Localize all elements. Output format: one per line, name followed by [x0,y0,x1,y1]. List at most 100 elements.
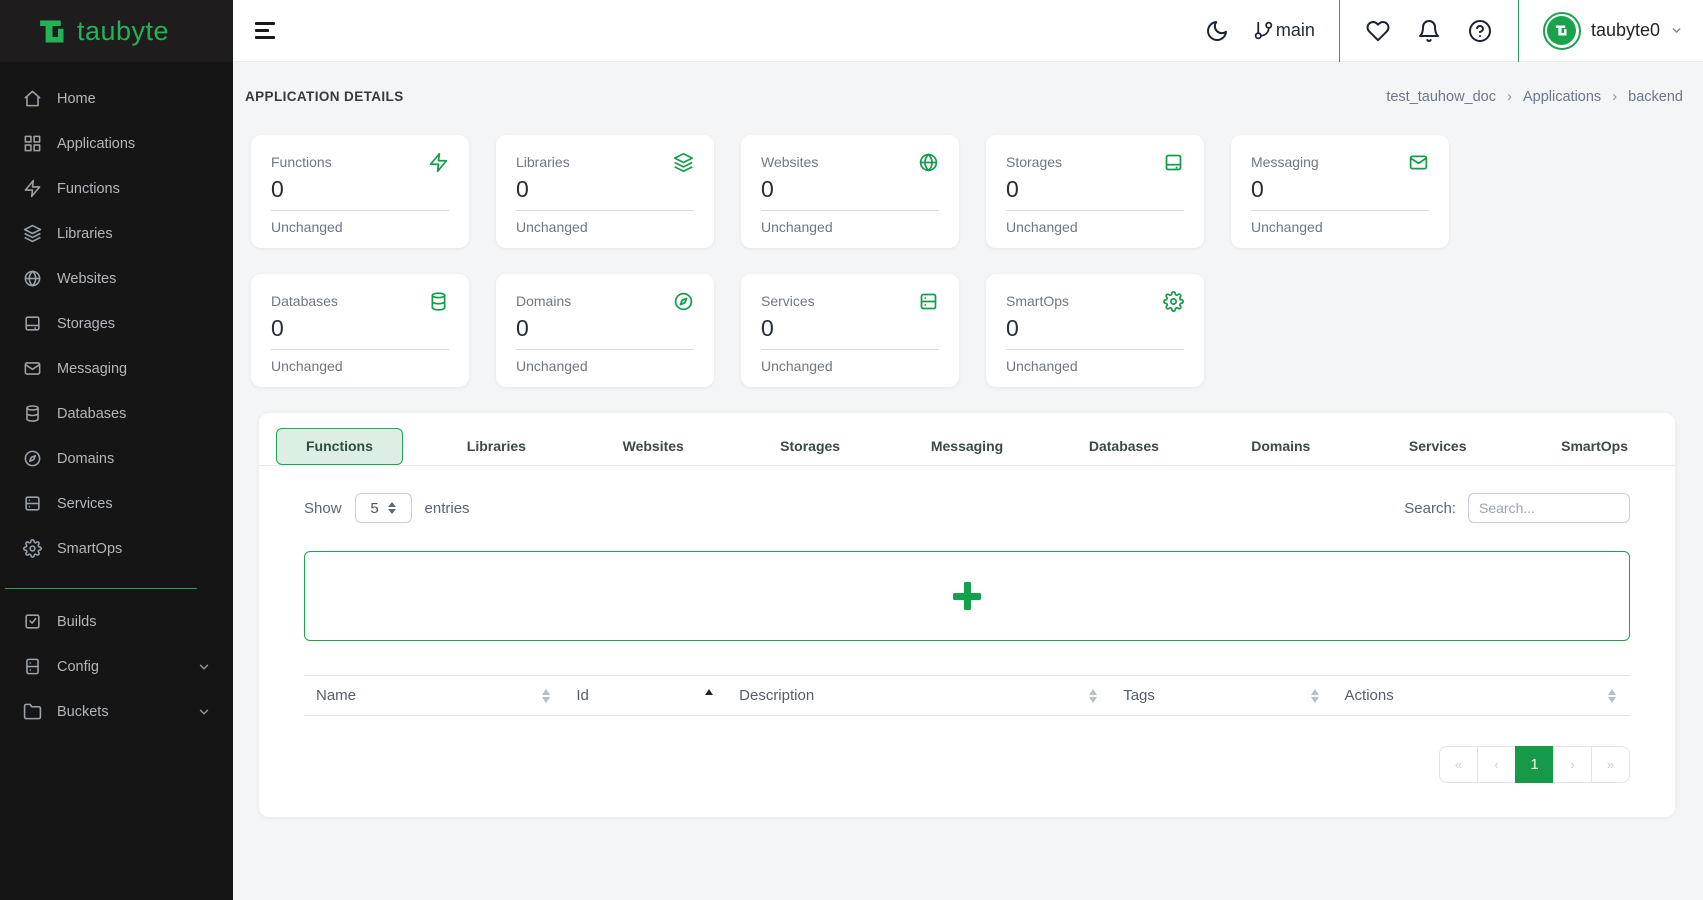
sidebar-item-domains[interactable]: Domains [0,436,233,481]
page-size-select[interactable]: 5 [355,493,412,523]
branch-selector[interactable]: main [1253,20,1315,41]
sidebar-item-applications[interactable]: Applications [0,121,233,166]
header-divider [1518,0,1519,62]
database-icon [23,404,42,423]
stat-card-libraries: Libraries0Unchanged [496,135,714,248]
breadcrumb-separator: › [1612,88,1617,105]
sidebar-item-home[interactable]: Home [0,76,233,121]
sidebar-item-label: Config [57,659,182,675]
tab-label: Websites [590,428,717,465]
tab-label: Storages [747,428,874,465]
tab-smartops[interactable]: SmartOps [1516,428,1673,465]
sidebar-divider [5,588,197,589]
tab-label: Databases [1060,428,1187,465]
sort-icon [1608,689,1616,703]
tab-databases[interactable]: Databases [1045,428,1202,465]
dark-mode-icon[interactable] [1205,19,1229,43]
sidebar-item-builds[interactable]: Builds [0,599,233,644]
tab-libraries[interactable]: Libraries [418,428,575,465]
column-header-description[interactable]: Description [739,687,1123,704]
sort-icon [1311,689,1319,703]
tab-messaging[interactable]: Messaging [889,428,1046,465]
sidebar-item-smartops[interactable]: SmartOps [0,526,233,571]
tab-label: Messaging [904,428,1031,465]
tab-label: Libraries [433,428,560,465]
sidebar-item-functions[interactable]: Functions [0,166,233,211]
column-header-name[interactable]: Name [316,687,576,704]
tab-functions[interactable]: Functions [261,428,418,465]
user-menu[interactable]: taubyte0 [1523,12,1683,50]
sidebar-item-websites[interactable]: Websites [0,256,233,301]
column-header-tags[interactable]: Tags [1123,687,1344,704]
sort-icon [705,689,713,703]
content-area: APPLICATION DETAILS test_tauhow_doc › Appl… [233,62,1703,900]
entries-label: entries [425,500,470,517]
stat-label: Storages [1006,152,1062,170]
stat-status: Unchanged [761,211,939,235]
sidebar-item-label: Databases [57,406,211,422]
menu-toggle-button[interactable] [251,18,279,43]
stat-value: 0 [271,315,449,342]
column-header-actions[interactable]: Actions [1345,687,1618,704]
breadcrumb-item-applications[interactable]: Applications [1523,89,1601,105]
tab-services[interactable]: Services [1359,428,1516,465]
tab-label: Functions [276,428,403,465]
pagination-page-1[interactable]: 1 [1515,746,1554,783]
sidebar-item-storages[interactable]: Storages [0,301,233,346]
column-label: Name [316,687,356,704]
stat-card-storages: Storages0Unchanged [986,135,1204,248]
column-header-id[interactable]: Id [576,687,739,704]
stat-card-domains: Domains0Unchanged [496,274,714,387]
storage-icon [23,314,42,333]
layers-icon [673,152,694,173]
sidebar-item-label: Domains [57,451,211,467]
pagination-last-button[interactable]: » [1591,746,1630,783]
avatar [1543,12,1581,50]
stat-card-databases: Databases0Unchanged [251,274,469,387]
stat-value: 0 [761,315,939,342]
sidebar-item-databases[interactable]: Databases [0,391,233,436]
stat-card-functions: Functions0Unchanged [251,135,469,248]
stat-label: Domains [516,291,571,309]
resources-panel: Functions Libraries Websites Storages Messag… [259,413,1675,817]
home-icon [23,89,42,108]
config-icon [23,657,42,676]
gear-icon [23,539,42,558]
breadcrumb-item-test-tauhow-doc[interactable]: test_tauhow_doc [1386,89,1496,105]
mail-icon [23,359,42,378]
pagination-next-button[interactable]: › [1553,746,1592,783]
page-title: APPLICATION DETAILS [245,89,404,104]
mail-icon [1408,152,1429,173]
tab-websites[interactable]: Websites [575,428,732,465]
add-function-button[interactable] [304,551,1630,641]
pagination-first-button[interactable]: « [1439,746,1478,783]
sidebar-item-buckets[interactable]: Buckets [0,689,233,734]
stat-value: 0 [1251,176,1429,203]
sidebar-item-libraries[interactable]: Libraries [0,211,233,256]
breadcrumb-item-backend[interactable]: backend [1628,89,1683,105]
tab-domains[interactable]: Domains [1202,428,1359,465]
pagination-prev-button[interactable]: ‹ [1477,746,1516,783]
page-size-value: 5 [370,500,378,517]
sidebar-item-services[interactable]: Services [0,481,233,526]
sidebar-item-label: Home [57,91,211,107]
compass-icon [673,291,694,312]
sidebar-item-label: SmartOps [57,541,211,557]
user-name: taubyte0 [1591,20,1660,41]
globe-icon [23,269,42,288]
server-icon [23,494,42,513]
tab-storages[interactable]: Storages [732,428,889,465]
stat-status: Unchanged [271,350,449,374]
sidebar-item-messaging[interactable]: Messaging [0,346,233,391]
gear-icon [1163,291,1184,312]
sidebar-item-config[interactable]: Config [0,644,233,689]
notifications-icon[interactable] [1417,19,1441,43]
help-icon[interactable] [1468,19,1492,43]
compass-icon [23,449,42,468]
favorites-icon[interactable] [1366,19,1390,43]
sidebar: taubyte Home ApplicationsFunctionsLibrari… [0,0,233,900]
column-label: Tags [1123,687,1155,704]
column-label: Description [739,687,814,704]
brand-logo[interactable]: taubyte [0,0,233,62]
search-input[interactable] [1468,493,1630,523]
